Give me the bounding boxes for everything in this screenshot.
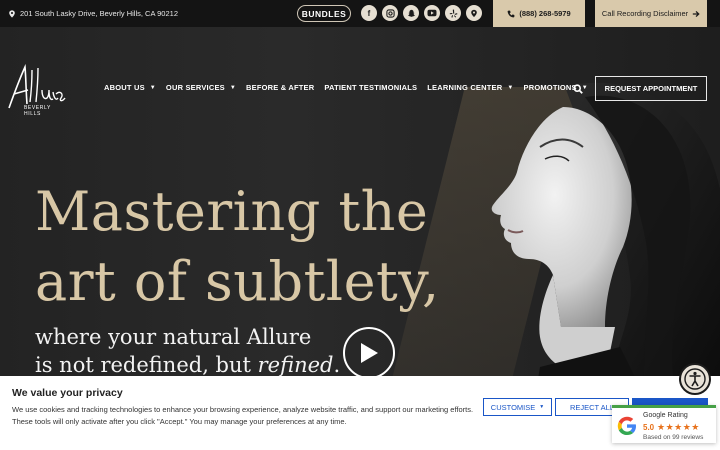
call-disclaimer-label: Call Recording Disclaimer: [601, 9, 689, 18]
nav-before-after-label: BEFORE & AFTER: [246, 83, 315, 92]
play-icon: [361, 343, 378, 363]
accessibility-button[interactable]: [679, 363, 711, 395]
subheadline-period: .: [333, 353, 341, 377]
accessibility-icon: [684, 368, 706, 390]
bundles-button[interactable]: BUNDLES: [297, 5, 351, 22]
google-rating-title: Google Rating: [643, 412, 688, 419]
chevron-down-icon: ▼: [149, 84, 156, 91]
main-nav: ABOUT US ▼ OUR SERVICES ▼ BEFORE & AFTER P…: [104, 83, 598, 92]
google-rating-badge[interactable]: Google Rating 5.0 ★★★★★ Based on 99 revi…: [612, 405, 716, 443]
map-pin-icon: [9, 9, 15, 18]
subheadline-line-1: where your natural Allure: [35, 325, 312, 349]
cookie-text: We use cookies and tracking technologies…: [12, 405, 474, 426]
chevron-down-icon: ▼: [229, 84, 237, 91]
nav-learning-center[interactable]: LEARNING CENTER ▼: [427, 83, 513, 92]
request-appointment-button[interactable]: REQUEST APPOINTMENT: [595, 76, 707, 101]
phone-number: (888) 268-5979: [519, 9, 571, 18]
chevron-down-icon: ▼: [539, 404, 545, 410]
location-icon[interactable]: [466, 5, 482, 21]
google-rating-based-on: Based on 99 reviews: [643, 434, 704, 441]
chevron-down-icon: ▼: [507, 84, 514, 91]
instagram-icon[interactable]: [382, 5, 398, 21]
nav-patient-testimonials[interactable]: PATIENT TESTIMONIALS: [324, 83, 417, 92]
nav-patient-testimonials-label: PATIENT TESTIMONIALS: [324, 83, 418, 92]
search-icon[interactable]: [573, 84, 583, 94]
phone-button[interactable]: (888) 268-5979: [493, 0, 585, 27]
facebook-icon[interactable]: f: [361, 5, 377, 21]
address[interactable]: 201 South Lasky Drive, Beverly Hills, CA…: [8, 9, 178, 18]
youtube-icon[interactable]: [424, 5, 440, 21]
hero-model-image: [491, 82, 720, 377]
nav-before-after[interactable]: BEFORE & AFTER: [246, 83, 314, 92]
subheadline-refined: refined: [257, 353, 334, 377]
headline-line-2: art of subtlety,: [35, 250, 440, 313]
arrow-right-icon: [692, 10, 700, 17]
nav-our-services-label: OUR SERVICES: [165, 83, 225, 92]
call-recording-disclaimer-button[interactable]: Call Recording Disclaimer: [595, 0, 707, 27]
customise-label: CUSTOMISE: [490, 402, 536, 412]
phone-icon: [507, 10, 515, 17]
nav-learning-center-label: LEARNING CENTER: [427, 83, 503, 92]
social-icons: f: [361, 5, 482, 21]
headline-line-1: Mastering the: [35, 180, 429, 243]
nav-about-us-label: ABOUT US: [104, 83, 145, 92]
hero-section: BEVERLY HILLS ABOUT US ▼ OUR SERVICES ▼ BE…: [0, 27, 720, 377]
nav-promotions-label: PROMOTIONS: [523, 83, 577, 92]
cookie-title: We value your privacy: [12, 387, 123, 399]
subheadline-line-2: is not redefined, but refined.: [35, 351, 340, 377]
play-video-button[interactable]: [343, 327, 395, 377]
yelp-icon[interactable]: [445, 5, 461, 21]
star-rating-icon: ★★★★★: [657, 422, 700, 432]
hero-headline: Mastering the art of subtlety,: [35, 177, 440, 317]
allure-logo[interactable]: BEVERLY HILLS: [6, 64, 66, 120]
hero-subheadline: where your natural Allure is not redefin…: [35, 323, 340, 377]
nav-our-services[interactable]: OUR SERVICES ▼: [166, 83, 236, 92]
page: 201 South Lasky Drive, Beverly Hills, CA…: [0, 0, 720, 450]
google-rating-score: 5.0: [643, 423, 655, 432]
customise-button[interactable]: CUSTOMISE ▼: [483, 398, 552, 416]
google-g-icon: [617, 416, 636, 435]
snapchat-icon[interactable]: [403, 5, 419, 21]
subheadline-text: is not redefined, but: [35, 353, 258, 377]
logo-subtitle: BEVERLY HILLS: [24, 105, 51, 117]
address-text: 201 South Lasky Drive, Beverly Hills, CA…: [20, 9, 178, 18]
nav-about-us[interactable]: ABOUT US ▼: [104, 83, 156, 92]
